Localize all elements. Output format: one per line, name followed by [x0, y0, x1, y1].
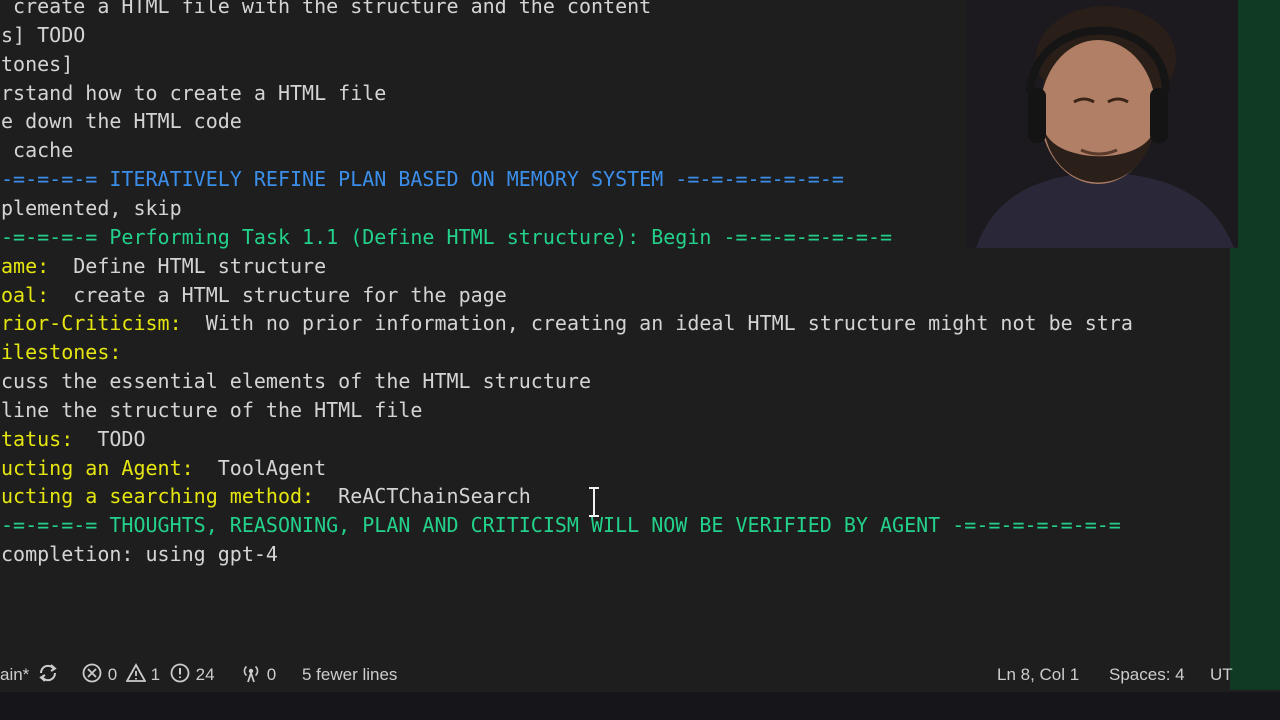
text-cursor-icon	[586, 486, 602, 518]
cursor-position[interactable]: Ln 8, Col 1	[997, 658, 1079, 692]
terminal-text: With no prior information, creating an i…	[181, 311, 1133, 336]
ports-count: 0	[266, 665, 277, 684]
status-message: 5 fewer lines	[302, 665, 398, 684]
terminal-text: rior-Criticism:	[1, 311, 182, 336]
terminal-text: ToolAgent	[193, 455, 327, 480]
terminal-text: s] TODO	[1, 22, 86, 47]
terminal-line: cuss the essential elements of the HTML …	[1, 367, 591, 396]
warning-count: 1	[150, 665, 161, 684]
warning-icon	[125, 663, 151, 684]
terminal-text: tatus:	[1, 426, 74, 451]
terminal-line: -=-=-=-= THOUGHTS, REASONING, PLAN AND C…	[1, 511, 1121, 540]
terminal-text: create a HTML structure for the page	[49, 282, 507, 307]
error-icon	[81, 663, 108, 684]
terminal-text: cuss the essential elements of the HTML …	[1, 369, 592, 394]
error-count: 0	[107, 665, 118, 684]
terminal-line: s] TODO	[1, 21, 85, 50]
terminal-text: tones]	[1, 51, 74, 76]
person-silhouette	[966, 0, 1238, 248]
sync-button[interactable]	[37, 658, 59, 692]
terminal-line: ucting a searching method: ReACTChainSea…	[1, 482, 531, 511]
terminal-text: Define HTML structure	[49, 253, 327, 278]
terminal-text: ucting an Agent:	[1, 455, 194, 480]
indentation-setting[interactable]: Spaces: 4	[1109, 658, 1185, 692]
terminal-line: cache	[1, 136, 73, 165]
terminal-text: cache	[1, 138, 74, 163]
terminal-text: ame:	[1, 253, 50, 278]
webcam-overlay	[966, 0, 1238, 248]
terminal-line: -=-=-=-= ITERATIVELY REFINE PLAN BASED O…	[1, 165, 844, 194]
terminal-text: line the structure of the HTML file	[1, 397, 423, 422]
terminal-text: TODO	[73, 426, 146, 451]
terminal-line: rior-Criticism: With no prior informatio…	[1, 309, 1133, 338]
problems-indicator[interactable]: 0 1 24	[81, 658, 215, 692]
terminal-line: -=-=-=-= Performing Task 1.1 (Define HTM…	[1, 223, 892, 252]
ports-indicator[interactable]: 0	[240, 658, 276, 692]
terminal-line: ucting an Agent: ToolAgent	[1, 454, 326, 483]
terminal-text: -=-=-=-= ITERATIVELY REFINE PLAN BASED O…	[1, 167, 844, 192]
terminal-line: line the structure of the HTML file	[1, 396, 422, 425]
terminal-text: -=-=-=-= Performing Task 1.1 (Define HTM…	[1, 224, 893, 249]
terminal-line: create a HTML file with the structure an…	[1, 0, 651, 21]
terminal-line: rstand how to create a HTML file	[1, 79, 386, 108]
broadcast-icon	[240, 665, 267, 684]
terminal-text: oal:	[1, 282, 50, 307]
terminal-text: completion: using gpt-4	[1, 542, 278, 567]
terminal-text: ReACTChainSearch	[314, 484, 531, 509]
branch-name: ain*	[0, 665, 30, 684]
terminal-text: ucting a searching method:	[1, 484, 315, 509]
bottom-band	[0, 692, 1280, 720]
status-bar: ain* 0 1 24 0 5 fewer lines Ln 8, Col 1 …	[0, 658, 1233, 692]
terminal-line: e down the HTML code	[1, 107, 242, 136]
terminal-text: plemented, skip	[1, 195, 182, 220]
terminal-line: completion: using gpt-4	[1, 540, 278, 569]
terminal-text: rstand how to create a HTML file	[1, 80, 387, 105]
branch-indicator[interactable]: ain*	[0, 658, 29, 692]
terminal-text: e down the HTML code	[1, 109, 242, 134]
terminal-line: tones]	[1, 50, 73, 79]
terminal-line: ame: Define HTML structure	[1, 252, 326, 281]
terminal-line: oal: create a HTML structure for the pag…	[1, 281, 507, 310]
sync-icon	[37, 664, 59, 684]
terminal-line: plemented, skip	[1, 194, 182, 223]
info-count: 24	[195, 665, 215, 684]
encoding-setting[interactable]: UT	[1210, 658, 1233, 692]
terminal-line: tatus: TODO	[1, 425, 146, 454]
terminal-text: create a HTML file with the structure an…	[1, 0, 652, 18]
terminal-text: ilestones:	[1, 340, 122, 365]
info-icon	[169, 663, 196, 684]
terminal-text: -=-=-=-= THOUGHTS, REASONING, PLAN AND C…	[1, 513, 1121, 538]
terminal-line: ilestones:	[1, 338, 121, 367]
